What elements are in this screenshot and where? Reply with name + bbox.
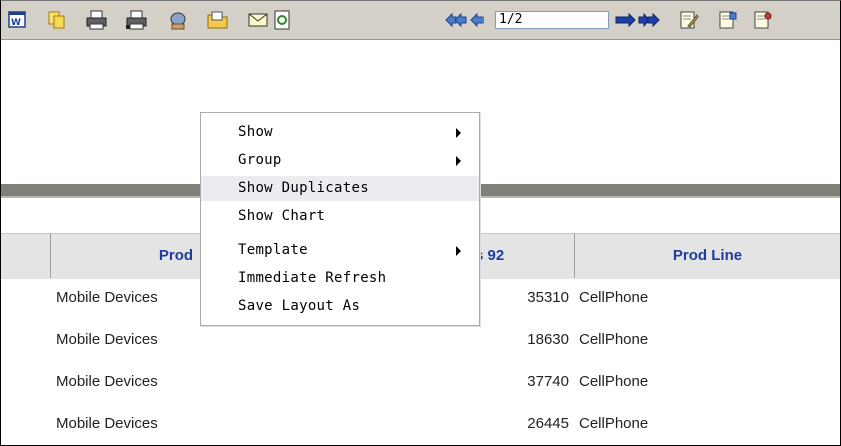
menu-item-label: Template <box>238 242 308 258</box>
column-header-prod-line[interactable]: Prod Line <box>575 233 840 278</box>
page-number-input[interactable]: 1/2 <box>495 11 609 29</box>
table-cell-product: Mobile Devices <box>56 373 158 390</box>
table-cell-prod-line: CellPhone <box>579 289 649 306</box>
menu-item-label: Group <box>238 152 282 168</box>
toolbar: W 1/2 <box>1 1 840 40</box>
menu-item-label: Show <box>238 124 273 140</box>
menu-item-template[interactable]: Template <box>201 238 479 263</box>
print-preview-icon[interactable] <box>125 8 149 32</box>
menu-item-show[interactable]: Show <box>201 120 479 145</box>
menu-item-show-duplicates[interactable]: Show Duplicates <box>201 176 479 201</box>
menu-item-group[interactable]: Group <box>201 148 479 173</box>
context-menu: Show Group Show Duplicates Show Chart Te… <box>200 112 480 326</box>
table-cell-prod-line: CellPhone <box>579 415 649 432</box>
word-export-icon[interactable]: W <box>6 8 30 32</box>
report-properties-icon[interactable] <box>716 8 740 32</box>
report-viewer: W 1/2 Prod s 92 Prod Line Mobile Devices… <box>0 0 841 446</box>
svg-text:W: W <box>11 18 21 28</box>
submenu-arrow-icon <box>456 128 461 138</box>
table-cell-value: 26445 <box>527 415 569 432</box>
report-options-icon[interactable] <box>751 8 775 32</box>
table-cell-value: 18630 <box>527 331 569 348</box>
previous-page-icon[interactable] <box>468 8 492 32</box>
table-cell-value: 37740 <box>527 373 569 390</box>
open-folder-icon[interactable] <box>206 8 230 32</box>
table-cell-product: Mobile Devices <box>56 331 158 348</box>
table-cell-prod-line: CellPhone <box>579 373 649 390</box>
menu-item-label: Show Chart <box>238 208 326 224</box>
submenu-arrow-icon <box>456 156 461 166</box>
table-cell-product: Mobile Devices <box>56 415 158 432</box>
email-icon[interactable] <box>246 8 270 32</box>
table-cell-product: Mobile Devices <box>56 289 158 306</box>
menu-item-label: Show Duplicates <box>238 180 369 196</box>
table-cell-prod-line: CellPhone <box>579 331 649 348</box>
edit-report-icon[interactable] <box>677 8 701 32</box>
menu-item-immediate-refresh[interactable]: Immediate Refresh <box>201 266 479 291</box>
submenu-arrow-icon <box>456 246 461 256</box>
send-icon[interactable] <box>166 8 190 32</box>
menu-item-save-layout-as[interactable]: Save Layout As <box>201 294 479 319</box>
copy-icon[interactable] <box>45 8 69 32</box>
print-icon[interactable] <box>85 8 109 32</box>
first-page-icon[interactable] <box>444 8 468 32</box>
next-page-icon[interactable] <box>613 8 637 32</box>
menu-item-label: Save Layout As <box>238 298 361 314</box>
menu-item-label: Immediate Refresh <box>238 270 387 286</box>
menu-item-show-chart[interactable]: Show Chart <box>201 204 479 229</box>
refresh-icon[interactable] <box>271 8 295 32</box>
last-page-icon[interactable] <box>637 8 661 32</box>
